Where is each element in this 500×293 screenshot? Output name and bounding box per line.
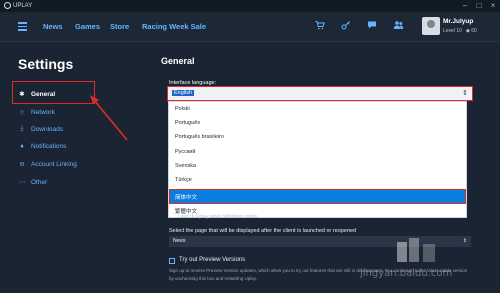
username[interactable]: Mr.Julyup — [443, 18, 473, 25]
language-option[interactable]: Polski — [175, 106, 190, 112]
chevron-updown-icon: ⇕ — [462, 90, 468, 97]
link-icon: ⊖ — [19, 161, 25, 168]
language-selected-value: English — [172, 90, 195, 96]
watermark-logo-icon — [397, 238, 435, 262]
sidebar-item-label: Network — [31, 109, 55, 116]
key-icon[interactable] — [340, 20, 352, 32]
nav-store[interactable]: Store — [110, 22, 129, 31]
sidebar-item-account-linking[interactable]: ⊖ Account Linking — [18, 160, 77, 169]
annotation-highlight-box — [12, 81, 95, 104]
language-option[interactable]: Svenska — [175, 163, 196, 169]
sidebar-item-downloads[interactable]: ⤓ Downloads — [18, 125, 64, 133]
nav-news[interactable]: News — [43, 22, 63, 31]
user-level: Level 10 — [443, 28, 462, 34]
language-option[interactable]: Português brasileiro — [175, 134, 224, 140]
language-select[interactable]: English ⇕ — [167, 86, 473, 101]
network-icon: ⌔ — [18, 110, 26, 117]
sidebar-item-label: Other — [31, 178, 48, 186]
section-title: General — [161, 56, 195, 66]
preview-versions-label[interactable]: Try out Preview Versions — [179, 257, 245, 263]
friends-icon[interactable] — [392, 20, 404, 32]
language-option[interactable]: Türkçe — [175, 177, 192, 183]
start-page-value: News — [173, 238, 186, 244]
language-dropdown[interactable]: Polski Português Português brasileiro Ру… — [168, 101, 467, 218]
download-icon: ⤓ — [20, 125, 24, 132]
page-title: Settings — [18, 56, 74, 72]
preview-versions-checkbox[interactable] — [169, 258, 175, 264]
title-bar: UPLAY – □ × — [0, 0, 500, 12]
sidebar-item-label: Downloads — [31, 125, 64, 133]
language-option-label: 简体中文 — [175, 195, 198, 201]
language-option[interactable]: Português — [175, 120, 200, 126]
launch-on-startup-label[interactable]: Launch Uplay when Windows starts — [178, 214, 257, 220]
nav-games[interactable]: Games — [75, 22, 100, 31]
uplay-logo-icon — [4, 2, 11, 9]
avatar[interactable] — [422, 17, 440, 35]
close-button[interactable]: × — [488, 1, 498, 11]
cart-icon[interactable] — [314, 20, 326, 32]
sidebar-item-other[interactable]: ⋯ Other — [18, 178, 48, 187]
app-name: UPLAY — [13, 2, 33, 9]
language-option[interactable]: Русский — [175, 149, 195, 155]
maximize-button[interactable]: □ — [474, 1, 484, 11]
chat-icon[interactable] — [366, 20, 378, 32]
more-icon: ⋯ — [18, 179, 26, 186]
sidebar-item-notifications[interactable]: ♦ Notifications — [18, 143, 66, 150]
menu-icon[interactable] — [18, 22, 27, 31]
user-coins: ◆ 60 — [466, 28, 477, 34]
app-title: UPLAY — [4, 2, 32, 9]
chevron-updown-icon: ⇕ — [462, 238, 467, 244]
watermark: jingyan.baidu.com — [360, 268, 453, 279]
start-page-label: Select the page that will be displayed a… — [169, 228, 357, 234]
sidebar-item-label: Account Linking — [31, 160, 77, 168]
sidebar-item-label: Notifications — [31, 143, 67, 150]
language-option-highlighted[interactable]: 简体中文 — [169, 189, 466, 204]
minimize-button[interactable]: – — [460, 1, 470, 11]
sidebar-item-network[interactable]: ⌔ Network — [18, 108, 55, 117]
bell-icon: ♦ — [20, 143, 24, 150]
nav-racing-week-sale[interactable]: Racing Week Sale — [142, 22, 206, 31]
